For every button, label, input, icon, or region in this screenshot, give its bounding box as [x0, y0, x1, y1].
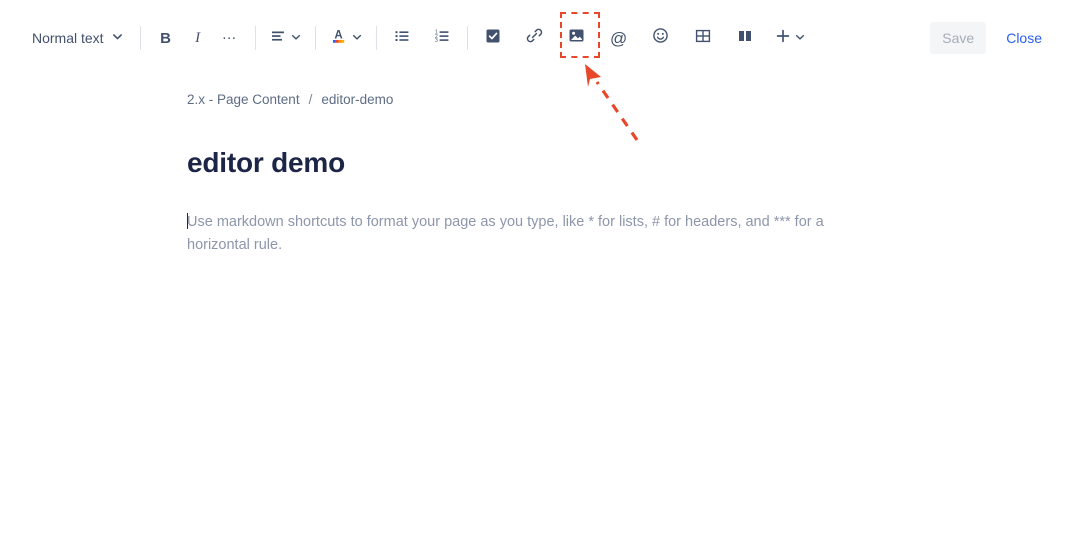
text-align-icon [270, 28, 286, 49]
toolbar-group-insert: @ [477, 22, 809, 54]
page-title[interactable]: editor demo [187, 147, 1028, 179]
bullet-list-button[interactable] [386, 22, 418, 54]
checkbox-icon [485, 28, 501, 49]
text-style-label: Normal text [32, 30, 104, 46]
bold-icon: B [160, 29, 171, 47]
svg-text:A: A [334, 30, 342, 42]
layout-button[interactable] [729, 22, 761, 54]
breadcrumb-item-page[interactable]: editor-demo [321, 92, 393, 107]
breadcrumb-item-space[interactable]: 2.x - Page Content [187, 92, 300, 107]
text-align-button[interactable] [265, 22, 306, 54]
toolbar-group-align [265, 22, 306, 54]
chevron-down-icon [112, 29, 123, 47]
bold-button[interactable]: B [150, 22, 182, 54]
text-color-icon: A [330, 27, 347, 49]
toolbar-divider [375, 26, 377, 50]
chevron-down-icon [795, 29, 805, 47]
image-icon [568, 27, 585, 49]
link-icon [526, 27, 543, 49]
breadcrumb: 2.x - Page Content / editor-demo [187, 92, 1028, 107]
layout-columns-icon [737, 28, 753, 49]
italic-button[interactable]: I [182, 22, 214, 54]
toolbar-divider [254, 26, 256, 50]
numbered-list-icon: 1 2 3 [434, 28, 450, 49]
italic-icon: I [195, 29, 201, 46]
editor-content-area[interactable]: Use markdown shortcuts to format your pa… [187, 211, 837, 257]
svg-text:3: 3 [435, 38, 438, 44]
toolbar-group-formatting: B I … [150, 22, 246, 54]
link-button[interactable] [519, 22, 551, 54]
text-style-dropdown[interactable]: Normal text [22, 22, 131, 54]
text-color-button[interactable]: A [325, 22, 367, 54]
mention-button[interactable]: @ [603, 22, 635, 54]
emoji-icon [652, 27, 669, 49]
editor-placeholder-row: Use markdown shortcuts to format your pa… [187, 211, 837, 257]
save-button[interactable]: Save [930, 22, 987, 54]
close-button[interactable]: Close [1002, 30, 1046, 46]
mention-icon: @ [609, 28, 628, 48]
more-formatting-button[interactable]: … [214, 22, 246, 54]
editor-placeholder-text: Use markdown shortcuts to format your pa… [187, 213, 824, 253]
toolbar-group-style: Normal text [22, 22, 131, 54]
task-list-button[interactable] [477, 22, 509, 54]
emoji-button[interactable] [645, 22, 677, 54]
bullet-list-icon [394, 28, 410, 49]
toolbar-divider [314, 26, 316, 50]
chevron-down-icon [352, 29, 362, 47]
plus-icon [775, 28, 791, 49]
ellipsis-icon: … [221, 25, 238, 43]
toolbar-divider [466, 26, 468, 50]
toolbar-group-lists: 1 2 3 [386, 22, 458, 54]
chevron-down-icon [291, 29, 301, 47]
breadcrumb-separator: / [308, 92, 313, 107]
editor-toolbar: Normal text B I … A 1 2 3 @ Save Close [0, 0, 1068, 141]
table-button[interactable] [687, 22, 719, 54]
page-content: 2.x - Page Content / editor-demo editor … [0, 92, 1068, 257]
table-icon [695, 28, 711, 49]
toolbar-divider [139, 26, 141, 50]
insert-more-button[interactable] [771, 22, 809, 54]
toolbar-group-color: A [325, 22, 367, 54]
image-button[interactable] [561, 22, 593, 54]
numbered-list-button[interactable]: 1 2 3 [426, 22, 458, 54]
